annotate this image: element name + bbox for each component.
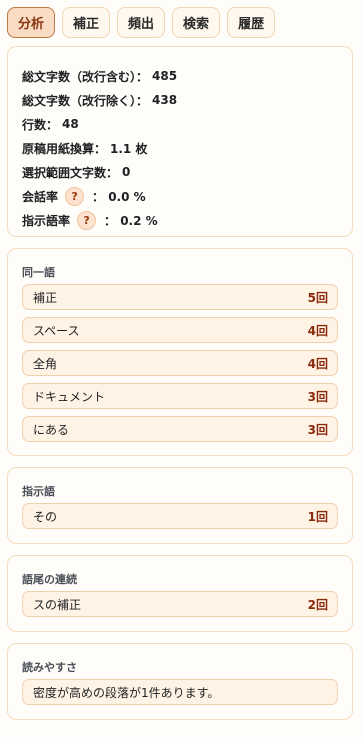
stat-value: 0 <box>122 165 131 179</box>
tab-bar: 分析 補正 頻出 検索 履歴 <box>7 7 276 38</box>
item-count: 3回 <box>307 422 328 437</box>
stat-label: 会話率 <box>22 189 59 204</box>
stat-selection-chars: 選択範囲文字数： 0 <box>22 160 352 184</box>
list-item[interactable]: ドキュメント 3回 <box>22 383 338 409</box>
list-item[interactable]: 全角 4回 <box>22 350 338 376</box>
stat-label: 行数： <box>22 117 59 132</box>
same-words-card: 同一語 補正 5回 スペース 4回 全角 4回 ドキュメント 3回 にある 3回 <box>7 248 353 456</box>
same-words-list: 補正 5回 スペース 4回 全角 4回 ドキュメント 3回 にある 3回 <box>22 284 338 449</box>
tab-frequency[interactable]: 頻出 <box>117 7 166 38</box>
tab-search[interactable]: 検索 <box>172 7 221 38</box>
item-count: 4回 <box>307 356 328 371</box>
section-title: 指示語 <box>22 485 55 498</box>
stat-label: 選択範囲文字数： <box>22 165 119 180</box>
section-title: 語尾の連続 <box>22 573 77 586</box>
tab-history[interactable]: 履歴 <box>227 7 276 38</box>
item-word: その <box>33 509 58 524</box>
ending-repeat-card: 語尾の連続 スの補正 2回 <box>7 555 353 632</box>
list-item[interactable]: にある 3回 <box>22 416 338 442</box>
stat-value: 438 <box>152 93 178 107</box>
section-title: 読みやすさ <box>22 661 77 674</box>
list-item[interactable]: スペース 4回 <box>22 317 338 343</box>
stat-label: 総文字数（改行含む）： <box>22 69 149 84</box>
readability-list: 密度が高めの段落が1件あります。 <box>22 679 338 712</box>
help-icon[interactable]: ? <box>77 210 97 230</box>
stat-value: 485 <box>152 69 178 83</box>
readability-card: 読みやすさ 密度が高めの段落が1件あります。 <box>7 643 353 720</box>
ending-repeat-list: スの補正 2回 <box>22 591 338 624</box>
stat-chars-with-newline: 総文字数（改行含む）： 485 <box>22 64 352 88</box>
list-item[interactable]: スの補正 2回 <box>22 591 338 617</box>
list-item[interactable]: 補正 5回 <box>22 284 338 310</box>
demonstratives-card: 指示語 その 1回 <box>7 467 353 544</box>
stat-value: ： 0.2 % <box>104 213 158 228</box>
item-count: 3回 <box>307 389 328 404</box>
item-count: 2回 <box>307 597 328 612</box>
stat-demonstrative-rate: 指示語率 ? ： 0.2 % <box>22 208 352 232</box>
item-word: スペース <box>33 323 80 338</box>
stat-value: 1.1 枚 <box>110 141 148 156</box>
stat-dialogue-rate: 会話率 ? ： 0.0 % <box>22 184 352 208</box>
demonstratives-list: その 1回 <box>22 503 338 536</box>
stat-label: 総文字数（改行除く）： <box>22 93 149 108</box>
item-word: 補正 <box>33 290 58 305</box>
item-count: 5回 <box>307 290 328 305</box>
stat-lines: 行数： 48 <box>22 112 352 136</box>
item-word: にある <box>33 422 70 437</box>
list-item[interactable]: その 1回 <box>22 503 338 529</box>
stat-value: 48 <box>62 117 79 131</box>
help-icon[interactable]: ? <box>65 186 85 206</box>
item-word: スの補正 <box>33 597 82 612</box>
item-word: ドキュメント <box>33 389 106 404</box>
stat-label: 指示語率 <box>22 213 71 228</box>
tab-correction[interactable]: 補正 <box>62 7 111 38</box>
section-title: 同一語 <box>22 266 55 279</box>
tab-analysis[interactable]: 分析 <box>7 7 56 38</box>
stat-label: 原稿用紙換算： <box>22 141 107 156</box>
item-word: 全角 <box>33 356 58 371</box>
readability-note: 密度が高めの段落が1件あります。 <box>22 679 338 705</box>
stat-value: ： 0.0 % <box>92 189 146 204</box>
stat-manuscript-pages: 原稿用紙換算： 1.1 枚 <box>22 136 352 160</box>
item-count: 1回 <box>307 509 328 524</box>
stats-card: 総文字数（改行含む）： 485 総文字数（改行除く）： 438 行数： 48 原… <box>7 46 353 237</box>
stat-chars-without-newline: 総文字数（改行除く）： 438 <box>22 88 352 112</box>
item-count: 4回 <box>307 323 328 338</box>
